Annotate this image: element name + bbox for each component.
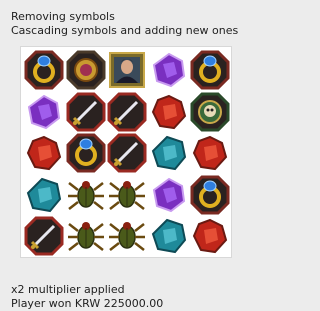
multiplier-status: x2 multiplier applied [11, 283, 125, 296]
beetle-icon [66, 216, 106, 256]
ring-icon [66, 133, 106, 173]
portrait-icon [107, 50, 147, 90]
status-log-bottom: x2 multiplier applied Player won KRW 225… [11, 283, 163, 311]
ring-icon [190, 175, 230, 215]
beetle-icon [66, 175, 106, 215]
ring-icon [190, 50, 230, 90]
dagger-icon [24, 216, 64, 256]
red-gem-icon [149, 92, 189, 132]
medallion-icon [66, 50, 106, 90]
beetle-icon [107, 216, 147, 256]
purple-gem-icon [149, 50, 189, 90]
red-gem-icon [190, 133, 230, 173]
status-log-top: Removing symbols Cascading symbols and a… [11, 10, 238, 38]
dagger-icon [107, 92, 147, 132]
beetle-icon [107, 175, 147, 215]
teal-gem-icon [24, 175, 64, 215]
dagger-icon [107, 133, 147, 173]
dagger-icon [66, 92, 106, 132]
teal-gem-icon [149, 216, 189, 256]
status-line: Cascading symbols and adding new ones [11, 24, 239, 37]
ring-icon [24, 50, 64, 90]
win-status: Player won KRW 225000.00 [11, 297, 164, 310]
status-line: Removing symbols [11, 10, 115, 23]
skull-octagon-icon [190, 92, 230, 132]
game-board [20, 46, 232, 258]
teal-gem-icon [149, 133, 189, 173]
purple-gem-icon [24, 92, 64, 132]
red-gem-icon [190, 216, 230, 256]
red-gem-icon [24, 133, 64, 173]
purple-gem-icon [149, 175, 189, 215]
